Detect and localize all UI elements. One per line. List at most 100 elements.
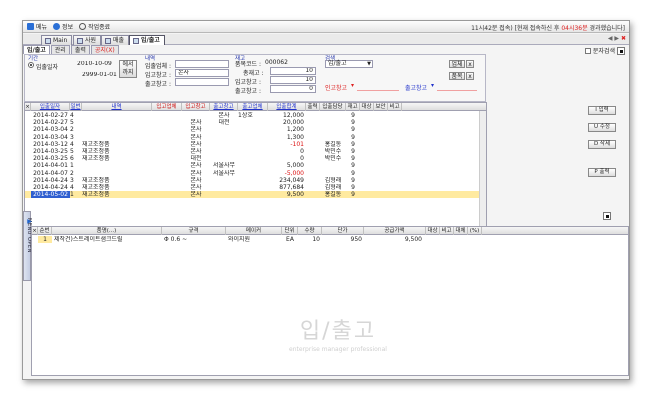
date-range-button[interactable]: 에서 까지 <box>119 60 137 78</box>
detail-col-replace[interactable]: 대체 <box>454 227 468 235</box>
table-row[interactable]: 2014-03-04 3 본사 1,300 9 <box>25 134 486 141</box>
detail-col-maker[interactable]: 메이커 <box>226 227 282 235</box>
delete-button[interactable]: D 삭제 <box>588 140 616 149</box>
item-clear-button[interactable]: x <box>466 72 474 80</box>
in-warehouse-filter-field[interactable] <box>357 90 399 91</box>
tab-sales[interactable]: 매출 <box>101 35 130 45</box>
col-total[interactable]: 입출합계 <box>268 103 306 111</box>
cell-stock: 9 <box>351 155 355 163</box>
subtab-print[interactable]: 출력 <box>70 45 90 54</box>
insert-button[interactable]: I 입력 <box>588 106 616 115</box>
col-in-warehouse[interactable]: 입고창고 <box>182 103 210 111</box>
menu-item-exit[interactable]: 작업종료 <box>79 22 110 31</box>
col-date[interactable]: 입출일자 <box>31 103 70 111</box>
detail-col-spec[interactable]: 규격 <box>162 227 226 235</box>
cell-total: 1,200 <box>286 126 304 134</box>
cell-stock: 9 <box>351 162 355 170</box>
table-row[interactable]: 2014-04-24 3 재고조정품 본사 234,049 김형래 9 <box>25 177 486 184</box>
col-note[interactable]: 비고 <box>388 103 402 111</box>
cell-staff <box>320 162 346 169</box>
cell-in-co <box>152 112 182 119</box>
date-from-field[interactable]: 2010-10-09 <box>75 61 117 69</box>
period-group-title: 기간 <box>28 56 39 62</box>
grid-header: × 입출일자 일번 내역 입고업체 입고창고 출고창고 출고업체 입출합계 출력… <box>25 103 486 111</box>
col-print[interactable]: 출력 <box>306 103 320 111</box>
detail-col-name[interactable]: 품명(...) <box>52 227 162 235</box>
cell-desc: 재고조정품 <box>82 155 110 163</box>
table-row[interactable]: 2014-03-25 5 재고조정품 본사 0 박민수 9 <box>25 148 486 155</box>
msg-search-checkbox[interactable] <box>584 47 591 54</box>
grid-scrollbar[interactable] <box>479 111 486 239</box>
cell-stock: 9 <box>351 184 355 191</box>
update-button[interactable]: U 수정 <box>588 123 616 132</box>
cell-date: 2014-03-25 <box>33 155 68 163</box>
menu-item-label: 정보 <box>62 24 74 31</box>
date-to-field[interactable]: 2999-01-01 <box>80 72 120 80</box>
cell-out-co <box>238 148 268 155</box>
col-target[interactable]: 대상 <box>360 103 374 111</box>
subtab-inout[interactable]: 입/출고 <box>23 45 50 54</box>
detail-col-no[interactable]: 순번 <box>38 227 52 235</box>
col-staff[interactable]: 입출담당 <box>320 103 346 111</box>
in-company-field[interactable] <box>175 60 229 68</box>
msg-search-toggle[interactable]: 문자검색 <box>584 46 625 55</box>
company-search-button[interactable]: 업체 <box>449 60 465 68</box>
cell-date: 2014-04-24 <box>33 176 68 184</box>
table-row[interactable]: 2014-03-04 2 본사 1,200 9 <box>25 126 486 133</box>
col-out-warehouse[interactable]: 출고창고 <box>210 103 238 111</box>
date-type-radio[interactable] <box>28 62 34 68</box>
menu-open-handle[interactable]: MENU OPEN ▶ <box>23 211 33 281</box>
tab-employee[interactable]: 사원 <box>73 35 102 45</box>
detail-col-qty[interactable]: 수량 <box>298 227 322 235</box>
col-in-company[interactable]: 입고업체 <box>152 103 182 111</box>
col-desc[interactable]: 내역 <box>82 103 152 111</box>
subtab-manage[interactable]: 관리 <box>50 45 70 54</box>
table-row[interactable]: 2014-02-27 4 본사 1상호 12,000 9 <box>25 112 486 119</box>
table-row[interactable]: 2014-04-07 2 본사 서울사무 -5,000 9 <box>25 170 486 177</box>
col-stock[interactable]: 재고 <box>346 103 360 111</box>
table-row[interactable]: 2014-02-27 5 본사 대전 20,000 9 <box>25 119 486 126</box>
in-warehouse-field[interactable]: 본사 <box>175 69 229 77</box>
subtab-notice[interactable]: 공지(X) <box>90 45 119 54</box>
detail-col-target[interactable]: 대상 <box>426 227 440 235</box>
col-out-company[interactable]: 출고업체 <box>238 103 268 111</box>
tab-inout[interactable]: 입/출고 <box>129 35 165 45</box>
detail-col-pct[interactable]: (%) <box>468 227 482 235</box>
detail-col-note[interactable]: 비고 <box>440 227 454 235</box>
toggle-icon[interactable] <box>603 212 611 220</box>
cell-total: -101 <box>290 140 304 148</box>
pin-icon[interactable] <box>617 46 625 55</box>
table-row[interactable]: 2014-05-02 1 재고조정품 본사 9,500 홍길동 9 <box>25 191 486 199</box>
detail-row[interactable]: 1 제작건)스트레이트샘크드릴 Φ 0.6 ~ 와이지원 EA 10 950 9… <box>32 236 628 244</box>
cell-staff: 홍길동 <box>324 140 342 148</box>
cell-out-co <box>238 155 268 162</box>
col-no[interactable]: 일번 <box>70 103 82 111</box>
notice-elapsed: 04시36분 <box>561 25 588 32</box>
detail-col-unit[interactable]: 단위 <box>282 227 298 235</box>
cell-out-co <box>238 162 268 169</box>
cell-out-co <box>238 126 268 133</box>
detail-col-price[interactable]: 단가 <box>322 227 364 235</box>
notice-suffix: 경과했습니다] <box>587 25 625 32</box>
out-warehouse-field[interactable] <box>175 78 229 86</box>
tab-scroll-arrows[interactable]: ◀ ▶ <box>608 35 619 42</box>
cell-no: 6 <box>70 155 74 163</box>
detail-maker: 와이지원 <box>228 236 251 243</box>
tab-navigation[interactable]: ◀ ▶ ✖ <box>608 35 626 42</box>
menu-item-menu[interactable]: 메뉴 <box>27 22 47 31</box>
cell-out-co <box>238 134 268 141</box>
tab-main[interactable]: Main <box>41 35 73 45</box>
search-type-select[interactable]: 입/출고 ▼ <box>325 60 373 68</box>
col-security[interactable]: 보안 <box>374 103 388 111</box>
close-icon[interactable]: ✖ <box>621 35 626 42</box>
print-button[interactable]: P 출력 <box>588 168 616 177</box>
company-clear-button[interactable]: x <box>466 60 474 68</box>
out-warehouse-filter-field[interactable] <box>437 90 477 91</box>
detail-col-amount[interactable]: 공급가액 <box>364 227 426 235</box>
table-row[interactable]: 2014-04-24 4 재고조정품 본사 877,684 김형래 9 <box>25 184 486 191</box>
table-row[interactable]: 2014-04-01 1 본사 서울사무 5,000 9 <box>25 162 486 169</box>
table-row[interactable]: 2014-03-25 6 재고조정품 대전 0 박민수 9 <box>25 155 486 162</box>
menu-item-info[interactable]: 정보 <box>53 22 73 31</box>
item-search-button[interactable]: 품목 <box>449 72 465 80</box>
table-row[interactable]: 2014-03-12 4 재고조정품 본사 -101 홍길동 9 <box>25 141 486 148</box>
